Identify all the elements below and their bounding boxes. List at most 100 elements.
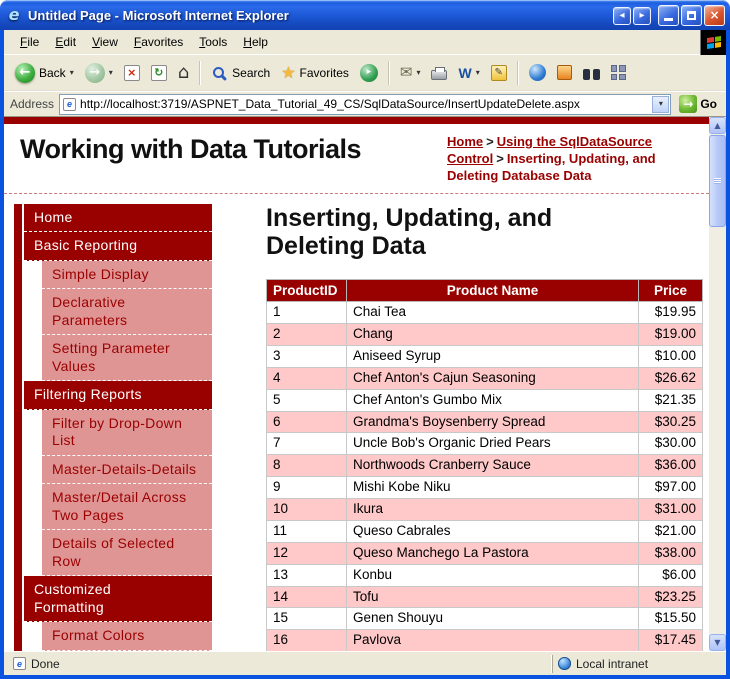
sidebar-item[interactable]: Master/Detail Across Two Pages bbox=[42, 484, 212, 530]
table-row: 2 Chang $19.00 bbox=[267, 324, 703, 346]
stop-x-glyph: × bbox=[127, 67, 136, 78]
back-dropdown-icon[interactable]: ▾ bbox=[70, 69, 74, 77]
home-button[interactable]: ⌂ bbox=[173, 61, 194, 85]
sidebar-item[interactable]: Master-Details-Details bbox=[42, 456, 212, 485]
addressbar: Address e ▾ → Go bbox=[4, 91, 726, 116]
cell-product-id: 2 bbox=[267, 324, 347, 346]
column-header-price: Price bbox=[639, 280, 703, 302]
scrollbar-thumb[interactable] bbox=[709, 135, 726, 227]
table-row: 12 Queso Manchego La Pastora $38.00 bbox=[267, 542, 703, 564]
column-header-productid: ProductID bbox=[267, 280, 347, 302]
sidebar-item[interactable]: Format Colors bbox=[42, 622, 212, 651]
close-button[interactable]: × bbox=[704, 5, 725, 26]
breadcrumb-separator: > bbox=[486, 134, 494, 149]
cell-price: $17.45 bbox=[639, 630, 703, 651]
mail-button[interactable]: ✉ ▾ bbox=[395, 62, 426, 83]
table-row: 3 Aniseed Syrup $10.00 bbox=[267, 345, 703, 367]
cell-product-name: Tofu bbox=[347, 586, 639, 608]
sidebar-item[interactable]: Setting Parameter Values bbox=[42, 335, 212, 381]
menu-item[interactable]: Tools bbox=[191, 31, 235, 53]
cell-price: $6.00 bbox=[639, 564, 703, 586]
sidebar-item[interactable]: Filter by Drop-Down List bbox=[42, 410, 212, 456]
tiles-button[interactable] bbox=[606, 62, 631, 83]
mail-dropdown-icon[interactable]: ▾ bbox=[416, 69, 420, 77]
address-input-box[interactable]: e ▾ bbox=[59, 94, 671, 115]
cell-price: $26.62 bbox=[639, 367, 703, 389]
menu-item[interactable]: Edit bbox=[47, 31, 84, 53]
research-button[interactable] bbox=[552, 62, 577, 83]
address-input[interactable] bbox=[80, 97, 648, 111]
cell-product-id: 3 bbox=[267, 345, 347, 367]
search-button[interactable]: Search bbox=[206, 62, 275, 83]
cell-price: $19.00 bbox=[639, 324, 703, 346]
cell-product-name: Mishi Kobe Niku bbox=[347, 477, 639, 499]
print-button[interactable] bbox=[426, 62, 452, 83]
window-nav-right-button[interactable]: ▸ bbox=[633, 7, 651, 25]
site-title: Working with Data Tutorials bbox=[20, 134, 361, 165]
cell-price: $31.00 bbox=[639, 499, 703, 521]
forward-icon: → bbox=[85, 63, 105, 83]
table-row: 16 Pavlova $17.45 bbox=[267, 630, 703, 651]
scrollbar-track[interactable] bbox=[709, 134, 726, 634]
edit-button[interactable]: ✎ bbox=[486, 62, 512, 84]
breadcrumb-home-link[interactable]: Home bbox=[447, 134, 483, 149]
sidebar-item[interactable]: Customized Formatting bbox=[24, 576, 212, 622]
binoculars-icon bbox=[583, 69, 600, 80]
find-button[interactable] bbox=[578, 63, 605, 83]
address-dropdown-button[interactable]: ▾ bbox=[652, 96, 669, 113]
cell-product-name: Ikura bbox=[347, 499, 639, 521]
cell-product-name: Queso Cabrales bbox=[347, 520, 639, 542]
minimize-button[interactable] bbox=[658, 5, 679, 26]
back-label: Back bbox=[39, 66, 66, 80]
sidebar-item[interactable]: Filtering Reports bbox=[24, 381, 212, 410]
messenger-button[interactable] bbox=[524, 61, 551, 84]
favorites-button[interactable]: ★ Favorites bbox=[276, 62, 354, 84]
cell-product-name: Chef Anton's Gumbo Mix bbox=[347, 389, 639, 411]
scroll-down-button[interactable]: ▼ bbox=[709, 634, 726, 651]
ie-page-glyph: e bbox=[67, 99, 72, 109]
menu-item[interactable]: View bbox=[84, 31, 126, 53]
vertical-scrollbar[interactable]: ▲ ▼ bbox=[709, 117, 726, 651]
sidebar-list: Home Basic Reporting Simple Display Decl… bbox=[24, 204, 212, 651]
cell-product-id: 9 bbox=[267, 477, 347, 499]
titlebar[interactable]: e Untitled Page - Microsoft Internet Exp… bbox=[0, 0, 730, 30]
statusbar: e Done Local intranet bbox=[4, 651, 726, 675]
cell-product-id: 1 bbox=[267, 302, 347, 324]
media-button[interactable]: ▸ bbox=[355, 61, 383, 85]
browser-window: e Untitled Page - Microsoft Internet Exp… bbox=[0, 0, 730, 679]
favorites-label: Favorites bbox=[300, 66, 349, 80]
breadcrumb: Home>Using the SqlDataSource Control>Ins… bbox=[447, 134, 699, 185]
refresh-button[interactable]: ↻ bbox=[146, 62, 172, 84]
page-header: Working with Data Tutorials Home>Using t… bbox=[4, 124, 709, 189]
stop-button[interactable]: × bbox=[119, 62, 145, 84]
menu-item[interactable]: File bbox=[12, 31, 47, 53]
main-content: Inserting, Updating, and Deleting Data P… bbox=[212, 204, 709, 651]
sidebar-item[interactable]: Details of Selected Row bbox=[42, 530, 212, 576]
cell-product-id: 15 bbox=[267, 608, 347, 630]
maximize-button[interactable] bbox=[681, 5, 702, 26]
window-nav-left-button[interactable]: ◂ bbox=[613, 7, 631, 25]
scroll-up-button[interactable]: ▲ bbox=[709, 117, 726, 134]
maximize-icon bbox=[687, 11, 696, 20]
sidebar-item[interactable]: Simple Display bbox=[42, 261, 212, 290]
web-page: Working with Data Tutorials Home>Using t… bbox=[4, 117, 709, 651]
cell-product-id: 7 bbox=[267, 433, 347, 455]
toolbar: ← Back ▾ → ▾ × ↻ ⌂ Search ★ Favorites ▸ bbox=[4, 55, 726, 91]
back-button[interactable]: ← Back ▾ bbox=[10, 60, 79, 86]
go-button[interactable]: → Go bbox=[676, 94, 720, 114]
research-icon bbox=[557, 65, 572, 80]
menu-item[interactable]: Help bbox=[235, 31, 276, 53]
sidebar-item[interactable]: Basic Reporting bbox=[24, 232, 212, 261]
menu-item[interactable]: Favorites bbox=[126, 31, 191, 53]
sidebar-item[interactable]: Home bbox=[24, 204, 212, 233]
left-arrow-icon: ◂ bbox=[619, 11, 624, 21]
article-title: Inserting, Updating, and Deleting Data bbox=[266, 204, 616, 262]
forward-dropdown-icon[interactable]: ▾ bbox=[109, 69, 113, 77]
sidebar-item[interactable]: Declarative Parameters bbox=[42, 289, 212, 335]
printer-icon bbox=[431, 70, 447, 80]
edit-with-word-button[interactable]: W ▾ bbox=[453, 62, 484, 84]
page-content: Home Basic Reporting Simple Display Decl… bbox=[4, 194, 709, 651]
word-dropdown-icon[interactable]: ▾ bbox=[476, 69, 480, 77]
forward-button[interactable]: → ▾ bbox=[80, 60, 118, 86]
windows-flag-icon bbox=[707, 36, 721, 49]
